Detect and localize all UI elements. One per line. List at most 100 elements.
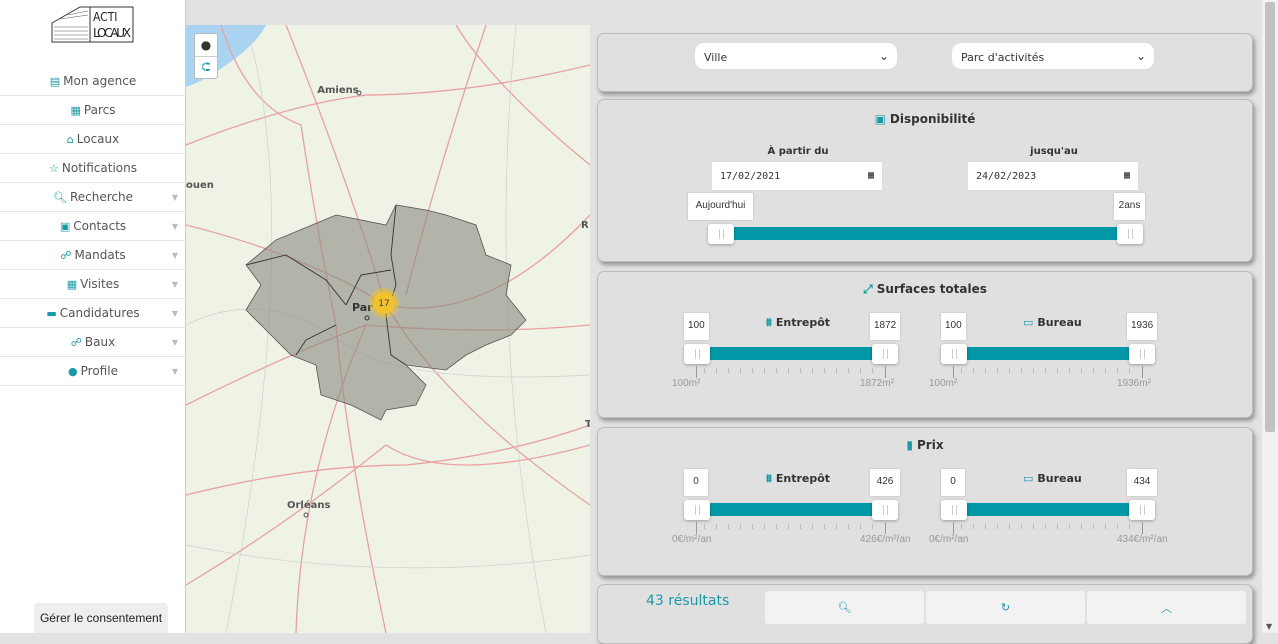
store-icon: ▤ xyxy=(49,74,61,88)
consent-button[interactable]: Gérer le consentement xyxy=(34,603,168,633)
caret-down-icon[interactable]: ▼ xyxy=(172,280,178,289)
svg-text:LOCAUX: LOCAUX xyxy=(93,26,131,40)
sidebar-item-profile[interactable]: ● Profile ▼ xyxy=(0,357,186,386)
entrepot-min-value[interactable]: 0 xyxy=(684,469,708,496)
sidebar-item-contacts[interactable]: ▣ Contacts ▼ xyxy=(0,212,186,241)
bureau-max-value[interactable]: 434 xyxy=(1127,469,1157,496)
from-date-value: 17/02/2021 xyxy=(720,171,781,182)
results-count: 43 résultats xyxy=(646,593,730,609)
entrepot-handle-min[interactable] xyxy=(684,344,710,364)
ville-select-value: Ville xyxy=(704,51,728,64)
entrepot-handle-max[interactable] xyxy=(872,344,898,364)
scrollbar[interactable]: ▼ xyxy=(1262,0,1278,633)
bureau-min-value[interactable]: 0 xyxy=(941,469,965,496)
caret-down-icon[interactable]: ▼ xyxy=(172,193,178,202)
bureau-handle-max[interactable] xyxy=(1129,500,1155,520)
bureau-max-value[interactable]: 1936 xyxy=(1127,313,1158,340)
tick xyxy=(885,522,886,534)
entrepot-min-value[interactable]: 100 xyxy=(684,313,709,340)
sidebar-item-recherche[interactable]: 🔍︎ Recherche ▼ xyxy=(0,183,186,212)
bureau-label: Bureau xyxy=(1037,472,1082,485)
range-handle-min[interactable] xyxy=(708,224,734,244)
reset-button[interactable]: ↻ xyxy=(926,591,1085,624)
ville-select[interactable]: Ville ⌄ xyxy=(694,42,898,70)
locate-button[interactable]: ● xyxy=(195,34,217,56)
handshake-icon: ☍ xyxy=(60,248,72,262)
sidebar-item-label: Mandats xyxy=(74,248,126,262)
caret-down-icon[interactable]: ▼ xyxy=(172,309,178,318)
sidebar-item-mon-agence[interactable]: ▤ Mon agence xyxy=(0,67,186,96)
entrepot-label: Entrepôt xyxy=(775,316,831,329)
parc-select[interactable]: Parc d'activités ⌄ xyxy=(951,42,1155,70)
bureau-handle-min[interactable] xyxy=(941,500,967,520)
sidebar-item-locaux[interactable]: ⌂ Locaux xyxy=(0,125,186,154)
calendar-icon: ▦ xyxy=(66,277,78,291)
back-button[interactable]: ⮈ xyxy=(195,56,217,78)
sidebar-item-label: Visites xyxy=(80,277,120,291)
map-label-orleans: Orléans xyxy=(287,499,331,511)
sidebar-item-parcs[interactable]: ▦ Parcs xyxy=(0,96,186,125)
sidebar-item-label: Profile xyxy=(80,364,118,378)
ticks xyxy=(704,368,880,380)
chevron-down-icon: ⌄ xyxy=(878,49,889,63)
tick xyxy=(1142,366,1143,378)
cluster-count: 17 xyxy=(378,299,389,309)
tick xyxy=(696,366,697,378)
tick xyxy=(696,522,697,534)
sidebar-item-label: Notifications xyxy=(61,161,137,175)
ticks xyxy=(961,368,1137,380)
calendar-icon[interactable]: ▦ xyxy=(1124,170,1130,181)
entrepot-scale-max: 426€/m²/an xyxy=(860,534,911,545)
bureau-handle-min[interactable] xyxy=(941,344,967,364)
user-icon: ● xyxy=(68,364,78,378)
location-filter-panel: Ville ⌄ Parc d'activités ⌄ xyxy=(597,33,1253,92)
tick xyxy=(1142,522,1143,534)
entrepot-handle-max[interactable] xyxy=(872,500,898,520)
parc-select-value: Parc d'activités xyxy=(961,51,1045,64)
sidebar-item-candidatures[interactable]: ▬ Candidatures ▼ xyxy=(0,299,186,328)
cluster-marker[interactable]: 17 xyxy=(369,288,399,318)
search-button[interactable]: 🔍︎ xyxy=(765,591,924,624)
warehouse-icon: ⩩ xyxy=(766,472,772,485)
calendar-icon[interactable]: ▦ xyxy=(868,170,874,181)
caret-down-icon[interactable]: ▼ xyxy=(172,338,178,347)
surfaces-panel: ⤢ Surfaces totales 100 1872 ⩩ Entrepôt 100m² 18… xyxy=(597,271,1253,418)
map[interactable]: Amiens ouen Par Orléans R T 17 ● ⮈ xyxy=(186,25,590,633)
ticks xyxy=(704,524,880,536)
collapse-button[interactable]: ︿ xyxy=(1087,591,1246,624)
tick xyxy=(953,366,954,378)
caret-down-icon[interactable]: ▼ xyxy=(172,251,178,260)
bureau-handle-max[interactable] xyxy=(1129,344,1155,364)
acti-locaux-logo[interactable]: ACTI LOCAUX xyxy=(50,3,134,43)
scrollbar-thumb[interactable] xyxy=(1265,2,1275,432)
tick xyxy=(885,366,886,378)
sidebar-item-mandats[interactable]: ☍ Mandats ▼ xyxy=(0,241,186,270)
entrepot-max-value[interactable]: 426 xyxy=(870,469,900,496)
handshake-icon: ☍ xyxy=(70,335,82,349)
entrepot-handle-min[interactable] xyxy=(684,500,710,520)
bureau-scale-min: 0€/m²/an xyxy=(929,534,969,545)
entrepot-max-value[interactable]: 1872 xyxy=(870,313,901,340)
caret-down-icon[interactable]: ▼ xyxy=(172,222,178,231)
search-icon: 🔍︎ xyxy=(53,190,67,204)
bureau-scale-min: 100m² xyxy=(929,378,958,389)
sidebar-item-notifications[interactable]: ☆ Notifications xyxy=(0,154,186,183)
sidebar-item-label: Baux xyxy=(84,335,116,349)
results-bar: 43 résultats 🔍︎ ↻ ︿ xyxy=(597,584,1253,644)
caret-down-icon[interactable]: ▼ xyxy=(172,367,178,376)
to-date-input[interactable]: 24/02/2023 ▦ xyxy=(967,161,1139,191)
map-label-amiens: Amiens xyxy=(317,85,358,96)
sidebar-item-visites[interactable]: ▦ Visites ▼ xyxy=(0,270,186,299)
bureau-min-value[interactable]: 100 xyxy=(941,313,966,340)
scroll-down-arrow[interactable]: ▼ xyxy=(1266,622,1272,631)
sidebar-item-baux[interactable]: ☍ Baux ▼ xyxy=(0,328,186,357)
map-tiles: Amiens ouen Par Orléans R T 17 xyxy=(186,25,590,633)
monitor-icon: ▭ xyxy=(1023,472,1034,485)
panel-title: Disponibilité xyxy=(889,112,976,126)
from-date-input[interactable]: 17/02/2021 ▦ xyxy=(711,161,883,191)
sidebar-item-label: Locaux xyxy=(76,132,120,146)
range-handle-max[interactable] xyxy=(1117,224,1143,244)
search-icon: 🔍︎ xyxy=(837,601,852,614)
sidebar-item-label: Parcs xyxy=(83,103,116,117)
tick xyxy=(953,522,954,534)
